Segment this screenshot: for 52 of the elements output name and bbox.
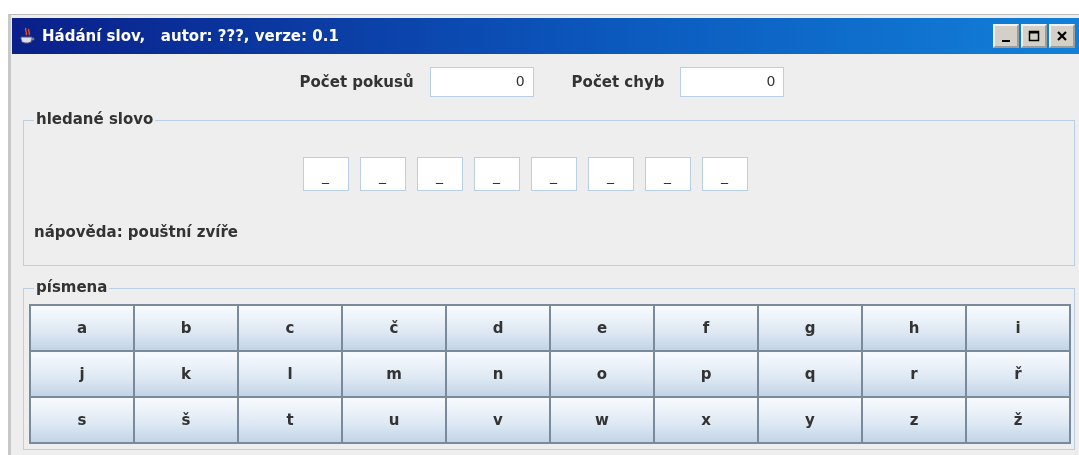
letter-button[interactable]: š (133, 396, 239, 444)
letter-slot: _ (302, 157, 349, 191)
minimize-icon (1002, 40, 1010, 42)
close-button[interactable] (1049, 24, 1075, 48)
letter-button[interactable]: h (861, 304, 967, 352)
panel-title: písmena (34, 278, 110, 296)
letter-slot: _ (416, 157, 463, 191)
letter-button[interactable]: w (549, 396, 655, 444)
letter-slot: _ (644, 157, 691, 191)
letter-button[interactable]: r (861, 350, 967, 398)
letter-button[interactable]: q (757, 350, 863, 398)
letter-button[interactable]: f (653, 304, 759, 352)
letter-button[interactable]: ž (965, 396, 1071, 444)
letter-button[interactable]: e (549, 304, 655, 352)
letter-button[interactable]: l (237, 350, 343, 398)
letter-button[interactable]: v (445, 396, 551, 444)
maximize-button[interactable] (1021, 24, 1047, 48)
letter-slot: _ (473, 157, 520, 191)
maximize-icon (1028, 30, 1040, 42)
letter-button[interactable]: n (445, 350, 551, 398)
letter-button[interactable]: s (29, 396, 135, 444)
coffee-cup-icon (18, 27, 36, 45)
counter-label: Počet pokusů (299, 73, 414, 91)
letter-slot: _ (530, 157, 577, 191)
counter-field[interactable]: 0 (680, 67, 785, 97)
window-title: Hádání slov, autor: ???, verze: 0.1 (42, 27, 339, 45)
letter-button[interactable]: m (341, 350, 447, 398)
letter-button[interactable]: p (653, 350, 759, 398)
letter-button[interactable]: ř (965, 350, 1071, 398)
counter-label: Počet chyb (571, 73, 665, 91)
minimize-button[interactable] (993, 24, 1019, 48)
letter-button[interactable]: g (757, 304, 863, 352)
letter-button[interactable]: u (341, 396, 447, 444)
letter-slot: _ (359, 157, 406, 191)
letter-slot: _ (587, 157, 634, 191)
counter-field[interactable]: 0 (429, 67, 534, 97)
letter-button[interactable]: b (133, 304, 239, 352)
letter-button[interactable]: c (237, 304, 343, 352)
letter-button[interactable]: d (445, 304, 551, 352)
letter-button[interactable]: i (965, 304, 1071, 352)
letter-button[interactable]: t (237, 396, 343, 444)
letter-button[interactable]: a (29, 304, 135, 352)
letter-button[interactable]: k (133, 350, 239, 398)
letter-button[interactable]: č (341, 304, 447, 352)
letter-button[interactable]: y (757, 396, 863, 444)
close-icon (1056, 30, 1068, 42)
letter-button[interactable]: j (29, 350, 135, 398)
letter-button[interactable]: x (653, 396, 759, 444)
letter-slot: _ (701, 157, 748, 191)
letter-button[interactable]: o (549, 350, 655, 398)
hint-text: nápověda: pouštní zvíře (34, 223, 239, 241)
letter-button[interactable]: z (861, 396, 967, 444)
